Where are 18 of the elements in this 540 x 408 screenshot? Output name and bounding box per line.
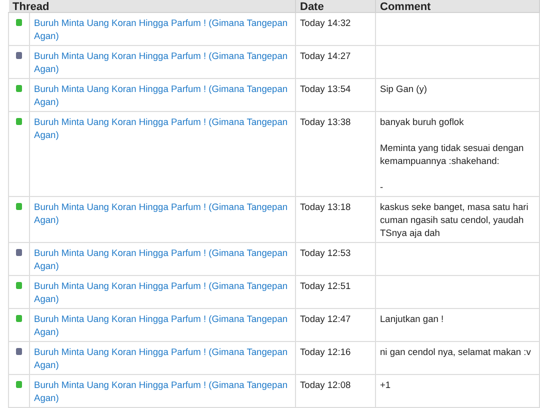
date-text: Today 12:53 (300, 247, 352, 260)
date-text: Today 13:38 (300, 116, 352, 129)
column-header: Comment (376, 0, 540, 12)
date-text: Today 14:27 (300, 50, 352, 63)
date-text: Today 14:32 (300, 17, 352, 30)
date-text: Today 13:18 (300, 201, 352, 214)
column-header: Thread (8, 0, 296, 12)
comment-text: Sip Gan (y) (380, 83, 428, 96)
comment-text: ni gan cendol nya, selamat makan :v (380, 346, 532, 359)
date-text: Today 12:08 (300, 379, 352, 392)
column-header: Date (296, 0, 376, 12)
comment-text: Lanjutkan gan ! (380, 313, 445, 326)
date-text: Today 13:54 (300, 83, 352, 96)
comment-text: kaskus seke banget, masa satu hari cuman ngasih satu cendol, yaudah TSnya aja dah (380, 201, 530, 240)
date-text: Today 12:51 (300, 280, 352, 293)
comment-text: +1 (380, 379, 392, 392)
date-text: Today 12:47 (300, 313, 352, 326)
date-text: Today 12:16 (300, 346, 352, 359)
